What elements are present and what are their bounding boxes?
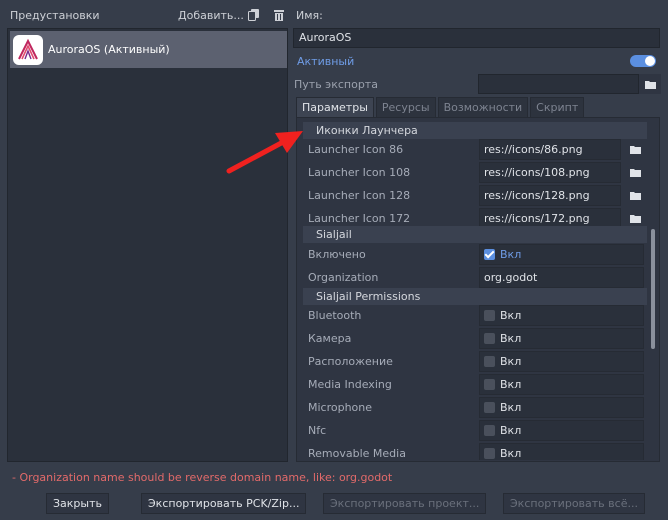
permission-location-checkbox[interactable]: Вкл — [479, 351, 644, 372]
checkbox-label: Вкл — [500, 401, 522, 414]
permission-camera-checkbox[interactable]: Вкл — [479, 328, 644, 349]
permission-bluetooth-checkbox[interactable]: Вкл — [479, 305, 644, 326]
permission-camera-label: Камера — [308, 332, 352, 345]
tab-resources[interactable]: Ресурсы — [375, 97, 436, 117]
runnable-label: Активный — [297, 55, 355, 68]
presets-label: Предустановки — [10, 9, 100, 22]
permission-removable-media-checkbox[interactable]: Вкл — [479, 443, 644, 460]
checkbox-label: Вкл — [500, 447, 522, 460]
section-sailjail[interactable]: Sialjail — [303, 226, 647, 243]
checkbox-label: Вкл — [500, 332, 522, 345]
checkbox-icon — [484, 447, 495, 459]
tab-script[interactable]: Скрипт — [530, 97, 585, 117]
close-button[interactable]: Закрыть — [46, 493, 109, 514]
duplicate-icon[interactable] — [247, 8, 261, 22]
organization-field[interactable]: org.godot — [479, 267, 644, 288]
annotation-arrow-icon — [226, 131, 303, 174]
checkbox-icon — [484, 309, 495, 321]
preset-list: AuroraOS (Активный) — [7, 28, 288, 462]
permission-row: Microphone Вкл — [303, 397, 647, 418]
permission-nfc-checkbox[interactable]: Вкл — [479, 420, 644, 441]
export-all-button[interactable]: Экспортировать всё... — [503, 493, 645, 514]
permission-media-indexing-checkbox[interactable]: Вкл — [479, 374, 644, 395]
permission-removable-media-label: Removable Media — [308, 447, 406, 460]
export-pck-button[interactable]: Экспортировать PCK/Zip... — [141, 493, 307, 514]
sailjail-enabled-checkbox[interactable]: Вкл — [479, 244, 644, 265]
aurora-logo-icon — [13, 34, 43, 65]
permission-nfc-label: Nfc — [308, 424, 327, 437]
checkbox-label: Вкл — [500, 248, 522, 261]
permission-row: Nfc Вкл — [303, 420, 647, 441]
permission-row: Bluetooth Вкл — [303, 305, 647, 326]
tab-bar: Параметры Ресурсы Возможности Скрипт — [296, 97, 586, 117]
checkbox-icon — [484, 355, 495, 367]
launcher-icon-128-field[interactable]: res://icons/128.png — [479, 185, 621, 206]
launcher-icon-86-field[interactable]: res://icons/86.png — [479, 139, 621, 160]
organization-label: Organization — [308, 271, 379, 284]
checkbox-icon — [484, 378, 495, 390]
name-field[interactable]: AuroraOS — [293, 28, 660, 48]
permission-row: Media Indexing Вкл — [303, 374, 647, 395]
export-project-button[interactable]: Экспортировать проект... — [323, 493, 487, 514]
options-panel: Иконки Лаунчера Launcher Icon 86 res://i… — [296, 117, 660, 462]
checkbox-label: Вкл — [500, 424, 522, 437]
checkbox-icon — [484, 401, 495, 413]
export-path-label: Путь экспорта — [294, 78, 378, 91]
folder-icon[interactable] — [639, 74, 661, 94]
launcher-icon-108-row: Launcher Icon 108 res://icons/108.png — [303, 162, 647, 183]
preset-item-label: AuroraOS (Активный) — [48, 43, 170, 56]
options-scrollbar[interactable] — [651, 121, 655, 459]
checkbox-label: Вкл — [500, 309, 522, 322]
permission-location-label: Расположение — [308, 355, 393, 368]
permission-media-indexing-label: Media Indexing — [308, 378, 392, 391]
trash-icon[interactable] — [272, 8, 286, 22]
tab-options[interactable]: Параметры — [296, 97, 374, 117]
sailjail-enabled-label: Включено — [308, 248, 366, 261]
launcher-icon-86-label: Launcher Icon 86 — [308, 143, 404, 156]
checkbox-checked-icon — [484, 248, 495, 260]
section-launcher-icons[interactable]: Иконки Лаунчера — [303, 122, 647, 139]
launcher-icon-172-label: Launcher Icon 172 — [308, 212, 411, 225]
export-path-field[interactable] — [478, 74, 639, 94]
permission-bluetooth-label: Bluetooth — [308, 309, 362, 322]
runnable-toggle[interactable] — [630, 55, 656, 67]
section-sailjail-permissions[interactable]: Sialjail Permissions — [303, 288, 647, 305]
checkbox-label: Вкл — [500, 378, 522, 391]
checkbox-icon — [484, 332, 495, 344]
folder-icon[interactable] — [624, 185, 646, 206]
launcher-icon-86-row: Launcher Icon 86 res://icons/86.png — [303, 139, 647, 160]
folder-icon[interactable] — [624, 139, 646, 160]
name-label: Имя: — [296, 9, 323, 22]
permission-microphone-checkbox[interactable]: Вкл — [479, 397, 644, 418]
sailjail-enabled-row: Включено Вкл — [303, 244, 647, 265]
preset-item-auroraos[interactable]: AuroraOS (Активный) — [10, 31, 287, 68]
checkbox-icon — [484, 424, 495, 436]
checkbox-label: Вкл — [500, 355, 522, 368]
folder-icon[interactable] — [624, 162, 646, 183]
permission-row: Камера Вкл — [303, 328, 647, 349]
add-preset-button[interactable]: Добавить... — [178, 9, 244, 22]
launcher-icon-128-label: Launcher Icon 128 — [308, 189, 411, 202]
permission-row: Расположение Вкл — [303, 351, 647, 372]
tab-features[interactable]: Возможности — [437, 97, 529, 117]
permission-microphone-label: Microphone — [308, 401, 373, 414]
launcher-icon-108-field[interactable]: res://icons/108.png — [479, 162, 621, 183]
error-message: - Organization name should be reverse do… — [12, 471, 393, 484]
permission-row: Removable Media Вкл — [303, 443, 647, 460]
launcher-icon-128-row: Launcher Icon 128 res://icons/128.png — [303, 185, 647, 206]
scrollbar-thumb[interactable] — [651, 229, 655, 349]
organization-row: Organization org.godot — [303, 267, 647, 288]
launcher-icon-108-label: Launcher Icon 108 — [308, 166, 411, 179]
